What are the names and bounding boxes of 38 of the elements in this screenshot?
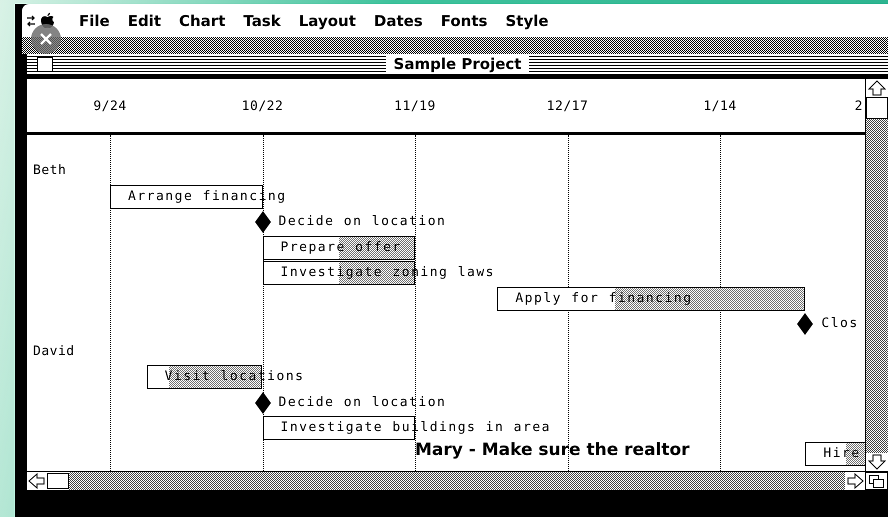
milestone-diamond-icon[interactable] xyxy=(254,392,270,414)
task-bar[interactable]: Prepare offer xyxy=(262,236,415,260)
note-text: Mary - Make sure the realtor xyxy=(415,440,690,460)
milestone-label: Clos xyxy=(821,316,859,331)
menu-item[interactable]: Task xyxy=(235,12,289,30)
milestone-diamond-icon[interactable] xyxy=(254,211,270,233)
window-title: Sample Project xyxy=(386,54,530,74)
scroll-thumb[interactable] xyxy=(47,473,69,489)
menu-item[interactable]: Fonts xyxy=(432,12,496,30)
menu-item[interactable]: Chart xyxy=(171,12,234,30)
task-bar[interactable]: Apply for financing xyxy=(497,286,806,310)
milestone-label: Decide on location xyxy=(278,214,446,229)
right-arrow-icon[interactable] xyxy=(845,473,865,489)
switcher-icon[interactable] xyxy=(26,14,36,28)
date-label: 9/24 xyxy=(93,99,127,114)
menu-item[interactable]: Dates xyxy=(366,12,431,30)
milestone-label: Decide on location xyxy=(278,394,446,410)
close-box[interactable] xyxy=(37,57,53,72)
down-arrow-icon[interactable] xyxy=(867,453,887,471)
left-arrow-icon[interactable] xyxy=(27,473,47,489)
resize-icon[interactable] xyxy=(865,472,888,490)
menu-item[interactable]: Style xyxy=(497,12,557,30)
menu-item[interactable]: Layout xyxy=(290,12,364,30)
menu-item[interactable]: File xyxy=(71,12,118,30)
up-arrow-icon[interactable] xyxy=(867,79,887,97)
scroll-thumb[interactable] xyxy=(866,97,888,119)
vertical-scrollbar[interactable] xyxy=(865,79,888,471)
person-name: David xyxy=(33,344,75,358)
date-label: 11/19 xyxy=(394,99,436,114)
date-label: 10/22 xyxy=(242,99,284,114)
date-label: 12/17 xyxy=(546,99,588,114)
horizontal-scrollbar[interactable] xyxy=(27,472,865,490)
milestone-diamond-icon[interactable] xyxy=(797,313,814,335)
date-label: 1/14 xyxy=(703,99,737,114)
menu-item[interactable]: Edit xyxy=(120,12,169,30)
date-label: 2 xyxy=(854,99,863,114)
task-bar[interactable]: Hire xyxy=(805,442,865,466)
person-name: Beth xyxy=(33,163,66,178)
